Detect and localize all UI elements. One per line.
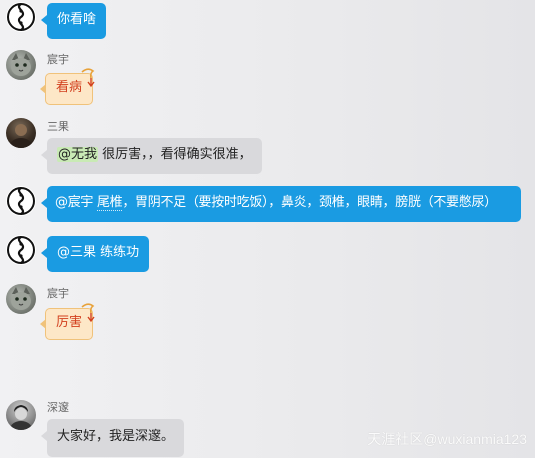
person-avatar-image xyxy=(10,124,32,148)
avatar-chenyu[interactable] xyxy=(6,50,36,80)
taiji-icon xyxy=(7,3,35,31)
cat-avatar-image xyxy=(11,287,31,310)
avatar-chenyu[interactable] xyxy=(6,284,36,314)
avatar-sanguo[interactable] xyxy=(6,118,36,148)
watermark: 天涯社区@wuxianmia123 xyxy=(367,431,527,447)
sender-name: 宸宇 xyxy=(47,287,69,300)
sender-name: 宸宇 xyxy=(47,53,69,66)
message-text: 看病 xyxy=(56,80,83,95)
message-text: @三果 练练功 xyxy=(57,245,140,260)
taiji-icon xyxy=(7,236,35,264)
message-text: 厉害 xyxy=(56,315,83,330)
message-text: 大家好，我是深邃。 xyxy=(57,429,175,444)
avatar-shensui[interactable] xyxy=(6,400,36,430)
self-avatar[interactable] xyxy=(6,2,36,32)
message-text: ，胃阴不足（要按时吃饭），鼻炎，颈椎，眼睛，膀胱（不要憋尿） xyxy=(122,195,497,210)
message-bubble[interactable]: 看病 xyxy=(39,68,95,105)
curl-icon xyxy=(81,68,95,88)
message-bubble[interactable]: @无我 很厉害，，看得确实很准， xyxy=(41,138,262,174)
underlined-term[interactable]: 尾椎 xyxy=(96,195,123,211)
mention-tag[interactable]: @无我 xyxy=(57,147,99,162)
sender-name: 深邃 xyxy=(47,401,69,414)
cat-avatar-image xyxy=(11,53,31,76)
sender-name: 三果 xyxy=(47,120,69,133)
taiji-icon xyxy=(7,187,35,215)
message-bubble[interactable]: @三果 练练功 xyxy=(40,236,150,272)
message-text: 你看啥 xyxy=(57,12,97,27)
curl-icon xyxy=(81,303,95,323)
message-bubble[interactable]: 厉害 xyxy=(39,303,95,340)
self-avatar[interactable] xyxy=(6,235,36,265)
mention-tag[interactable]: @宸宇 xyxy=(55,195,93,210)
self-avatar[interactable] xyxy=(6,186,36,216)
message-bubble[interactable]: @宸宇 尾椎，胃阴不足（要按时吃饭），鼻炎，颈椎，眼睛，膀胱（不要憋尿） xyxy=(41,186,521,222)
message-text: 很厉害，，看得确实很准， xyxy=(98,147,252,162)
message-bubble[interactable]: 大家好，我是深邃。 xyxy=(40,419,185,457)
message-bubble[interactable]: 你看啥 xyxy=(40,3,107,39)
person-avatar-image xyxy=(10,405,32,430)
